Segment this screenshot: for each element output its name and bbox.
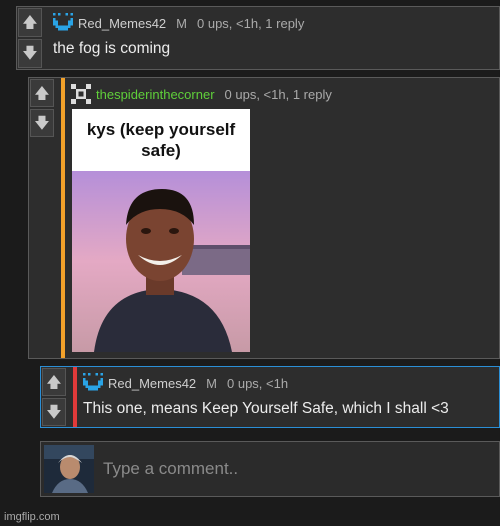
user-avatar xyxy=(44,445,94,493)
downvote-button[interactable]: 🡇 xyxy=(18,39,42,68)
comment-compose-box xyxy=(40,441,500,497)
reply-thread-bar xyxy=(73,367,77,427)
arrow-down-icon: 🡇 xyxy=(22,44,38,62)
comment-meta: 0 ups, <1h xyxy=(227,375,289,391)
upvote-button[interactable]: 🡅 xyxy=(30,79,54,107)
comment-username[interactable]: Red_Memes42 xyxy=(78,16,166,31)
comment-text: the fog is coming xyxy=(53,40,171,57)
upvote-button[interactable]: 🡅 xyxy=(18,8,42,37)
arrow-up-icon: 🡅 xyxy=(46,372,62,391)
reply-thread-bar xyxy=(61,78,65,358)
upvote-button[interactable]: 🡅 xyxy=(42,368,66,396)
meme-caption: kys (keep yourself safe) xyxy=(72,109,250,171)
arrow-up-icon: 🡅 xyxy=(34,83,50,102)
user-avatar-icon[interactable] xyxy=(53,13,73,33)
comment-username[interactable]: Red_Memes42 xyxy=(108,376,196,391)
comment-input[interactable] xyxy=(101,446,495,492)
user-avatar-icon[interactable] xyxy=(83,373,103,393)
arrow-down-icon: 🡇 xyxy=(34,113,50,132)
user-avatar-icon[interactable] xyxy=(71,84,91,104)
downvote-button[interactable]: 🡇 xyxy=(42,398,66,426)
vote-controls: 🡅 🡇 xyxy=(29,78,55,138)
imgflip-watermark: imgflip.com xyxy=(4,511,60,523)
meme-image[interactable]: kys (keep yourself safe) xyxy=(72,109,250,352)
downvote-button[interactable]: 🡇 xyxy=(30,109,54,137)
mod-badge: M xyxy=(176,15,187,31)
comment-text: This one, means Keep Yourself Safe, whic… xyxy=(83,400,449,417)
comment-3: 🡅 🡇 Red_Memes42 M 0 ups, <1h This one, m… xyxy=(40,366,500,428)
arrow-up-icon: 🡅 xyxy=(22,13,38,31)
arrow-down-icon: 🡇 xyxy=(46,402,62,421)
vote-controls: 🡅 🡇 xyxy=(41,367,67,427)
vote-controls: 🡅 🡇 xyxy=(17,7,43,69)
smiling-man-photo xyxy=(72,171,250,352)
comment-meta: 0 ups, <1h, 1 reply xyxy=(197,15,305,31)
comment-username[interactable]: thespiderinthecorner xyxy=(96,87,215,102)
comment-1: 🡅 🡇 Red_Memes42 M 0 ups, <1h, 1 reply th… xyxy=(16,6,500,70)
mod-badge: M xyxy=(206,375,217,391)
comment-meta: 0 ups, <1h, 1 reply xyxy=(224,86,332,102)
